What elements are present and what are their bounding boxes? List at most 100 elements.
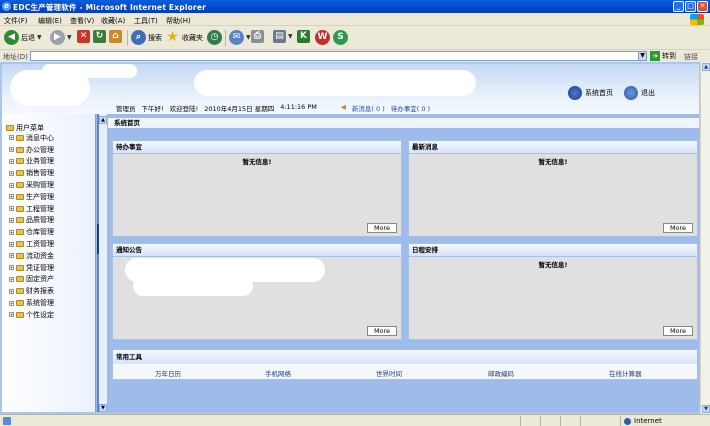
todo-link[interactable]: 待办事宜( 0 )	[391, 103, 430, 113]
new-messages-link[interactable]: 新消息( 0 )	[352, 103, 385, 113]
menu-favorites[interactable]: 收藏(A)	[101, 16, 125, 26]
sidebar-item-system[interactable]: + 系统管理	[6, 297, 54, 309]
expand-icon[interactable]: +	[9, 288, 14, 294]
address-dropdown-icon[interactable]: ▼	[638, 51, 647, 61]
close-button[interactable]: ✕	[697, 1, 708, 12]
back-dropdown-icon[interactable]: ▼	[37, 34, 42, 41]
mail-button[interactable]: ✉ ▼	[229, 30, 251, 45]
folder-icon	[16, 193, 24, 200]
expand-icon[interactable]: +	[9, 194, 14, 200]
links-label[interactable]: 链接	[684, 52, 698, 62]
folder-icon	[16, 252, 24, 259]
sidebar-item-sales[interactable]: + 销售管理	[6, 167, 54, 179]
address-input[interactable]	[30, 51, 647, 61]
print-button[interactable]: ⎙	[251, 30, 264, 43]
sidebar-item-personal[interactable]: + 个性设定	[6, 309, 54, 321]
expand-icon[interactable]: +	[9, 170, 14, 176]
more-button[interactable]: More	[367, 326, 397, 336]
search-icon: ⌕	[131, 30, 146, 45]
tool-world-time-link[interactable]: 世界时间	[376, 368, 402, 378]
tool-calculator-link[interactable]: 在线计算器	[609, 368, 642, 378]
panel-title: 通知公告	[113, 244, 401, 257]
current-time: 4:11:16 PM	[280, 103, 317, 111]
sidebar-item-cash-flow[interactable]: + 流动资金	[6, 250, 54, 262]
sidebar: 用户菜单 + 消息中心 + 办公管理 + 业务管理 + 销售管理 + 采购管理 + 生产管理…	[2, 114, 96, 412]
folder-icon	[16, 205, 24, 212]
expand-icon[interactable]: +	[9, 241, 14, 247]
expand-icon[interactable]: +	[9, 265, 14, 271]
sidebar-item-purchasing[interactable]: + 采购管理	[6, 179, 54, 191]
menu-tree: 用户菜单 + 消息中心 + 办公管理 + 业务管理 + 销售管理 + 采购管理 + 生产管理…	[6, 123, 54, 321]
sidebar-item-warehouse[interactable]: + 仓库管理	[6, 226, 54, 238]
more-button[interactable]: More	[663, 223, 693, 233]
refresh-button[interactable]: ↻	[93, 30, 106, 43]
scroll-down-icon[interactable]: ▼	[99, 404, 107, 412]
sidebar-item-label: 销售管理	[26, 169, 54, 178]
edit-dropdown-icon[interactable]: ▼	[288, 33, 293, 40]
minimize-button[interactable]: _	[673, 1, 684, 12]
page-scrollbar[interactable]: ▲ ▼	[700, 62, 710, 414]
status-bar: Internet	[0, 414, 710, 426]
home-button[interactable]: ⌂	[109, 30, 122, 43]
favorites-button[interactable]: ★ 收藏夹	[165, 30, 203, 45]
more-button[interactable]: More	[663, 326, 693, 336]
scroll-up-icon[interactable]: ▲	[702, 63, 710, 71]
menu-edit[interactable]: 编辑(E)	[38, 16, 62, 26]
sidebar-item-production[interactable]: + 生产管理	[6, 191, 54, 203]
sidebar-item-payroll[interactable]: + 工资管理	[6, 238, 54, 250]
sidebar-item-business[interactable]: + 业务管理	[6, 156, 54, 168]
expand-icon[interactable]: +	[9, 182, 14, 188]
forward-button[interactable]: ▶ ▼	[50, 30, 72, 45]
folder-icon	[16, 229, 24, 236]
sidebar-item-quality[interactable]: + 品质管理	[6, 215, 54, 227]
expand-icon[interactable]: +	[9, 217, 14, 223]
expand-icon[interactable]: +	[9, 276, 14, 282]
ie-logo-icon: e	[2, 2, 11, 11]
sidebar-item-office[interactable]: + 办公管理	[6, 144, 54, 156]
menu-file[interactable]: 文件(F)	[4, 16, 28, 26]
tool-mobile-link[interactable]: 手机网络	[265, 368, 291, 378]
go-button[interactable]: ➔ 转到	[650, 51, 676, 61]
maximize-button[interactable]: □	[685, 1, 696, 12]
expand-icon[interactable]: +	[9, 229, 14, 235]
scroll-down-icon[interactable]: ▼	[702, 405, 710, 413]
menu-help[interactable]: 帮助(H)	[166, 16, 191, 26]
edit-button[interactable]: ▤ ▼	[273, 30, 293, 43]
expand-icon[interactable]: +	[9, 147, 14, 153]
tool-postcode-link[interactable]: 邮政编码	[488, 368, 514, 378]
menu-root[interactable]: 用户菜单	[6, 123, 54, 132]
more-button[interactable]: More	[367, 223, 397, 233]
expand-icon[interactable]: +	[9, 312, 14, 318]
expand-icon[interactable]: +	[9, 300, 14, 306]
menu-tools[interactable]: 工具(T)	[134, 16, 158, 26]
addon-button[interactable]: W	[315, 30, 330, 45]
forward-dropdown-icon[interactable]: ▼	[67, 34, 72, 41]
sidebar-item-fixed-assets[interactable]: + 固定资产	[6, 274, 54, 286]
content-scrollbar[interactable]: ▲ ▼	[99, 114, 107, 412]
mail-dropdown-icon[interactable]: ▼	[246, 34, 251, 41]
back-button[interactable]: ◀ 后退 ▼	[4, 30, 42, 45]
messenger-button[interactable]: S	[333, 30, 348, 45]
sidebar-item-label: 采购管理	[26, 181, 54, 190]
expand-icon[interactable]: +	[9, 135, 14, 141]
home-nav-button[interactable]: 系统首页	[568, 86, 613, 100]
search-button[interactable]: ⌕ 搜索	[131, 30, 162, 45]
sidebar-item-reports[interactable]: + 财务报表	[6, 285, 54, 297]
expand-icon[interactable]: +	[9, 206, 14, 212]
folder-open-icon	[6, 124, 14, 131]
favorites-label: 收藏夹	[182, 33, 203, 42]
tool-calendar-link[interactable]: 万年日历	[155, 368, 181, 378]
expand-icon[interactable]: +	[9, 158, 14, 164]
address-bar: 地址(D) ▼ ➔ 转到 链接	[0, 50, 710, 62]
sidebar-item-vouchers[interactable]: + 凭证管理	[6, 262, 54, 274]
menu-view[interactable]: 查看(V)	[70, 16, 94, 26]
scroll-up-icon[interactable]: ▲	[99, 116, 107, 124]
stop-button[interactable]: ✕	[77, 30, 90, 43]
sidebar-item-messages[interactable]: + 消息中心	[6, 132, 54, 144]
logout-button[interactable]: 退出	[624, 86, 655, 100]
globe-icon	[624, 417, 631, 425]
expand-icon[interactable]: +	[9, 253, 14, 259]
sidebar-item-engineering[interactable]: + 工程管理	[6, 203, 54, 215]
history-button[interactable]: ◷	[207, 30, 222, 45]
discuss-button[interactable]: K	[297, 30, 310, 43]
